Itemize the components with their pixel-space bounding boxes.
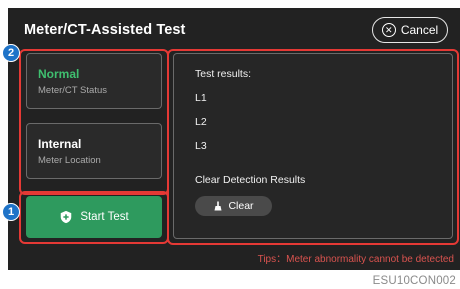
- broom-icon: [214, 201, 222, 211]
- tips-text: Tips：Meter abnormality cannot be detecte…: [257, 254, 454, 265]
- page-title: Meter/CT-Assisted Test: [24, 22, 186, 38]
- close-circle-icon: ✕: [381, 23, 396, 37]
- test-results-panel: Test results: L1 L2 L3 Clear Detection R…: [173, 53, 453, 239]
- meter-ct-status-value: Normal: [38, 67, 80, 81]
- meter-location-label: Meter Location: [38, 155, 101, 166]
- result-line-l2: L2: [195, 116, 207, 128]
- clear-button-label: Clear: [228, 200, 254, 212]
- start-test-button[interactable]: Start Test: [26, 196, 162, 238]
- cancel-button[interactable]: ✕ Cancel: [372, 17, 448, 43]
- meter-ct-status-card: Normal Meter/CT Status: [26, 53, 162, 109]
- callout-badge-1: 1: [2, 203, 20, 221]
- test-results-heading: Test results:: [195, 68, 252, 80]
- meter-location-card: Internal Meter Location: [26, 123, 162, 179]
- clear-detection-label: Clear Detection Results: [195, 174, 306, 186]
- meter-location-value: Internal: [38, 137, 82, 151]
- figure-code: ESU10CON002: [372, 275, 456, 287]
- result-line-l1: L1: [195, 92, 207, 104]
- clear-button[interactable]: Clear: [195, 196, 272, 216]
- meter-ct-status-label: Meter/CT Status: [38, 85, 107, 96]
- start-test-label: Start Test: [80, 211, 129, 223]
- callout-badge-2: 2: [2, 44, 20, 62]
- test-screen: Meter/CT-Assisted Test ✕ Cancel Normal M…: [8, 8, 460, 270]
- shield-plus-icon: [61, 210, 72, 224]
- cancel-button-label: Cancel: [400, 23, 439, 37]
- result-line-l3: L3: [195, 140, 207, 152]
